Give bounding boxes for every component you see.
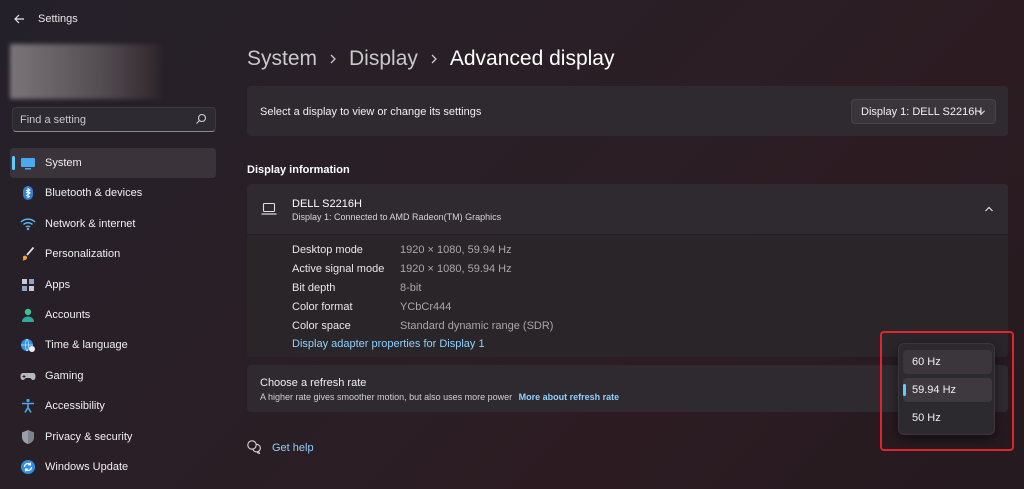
sidebar-item-accessibility[interactable]: Accessibility	[10, 391, 216, 421]
breadcrumb-display[interactable]: Display	[349, 47, 418, 71]
chevron-right-icon	[330, 54, 336, 64]
info-row: Active signal mode 1920 × 1080, 59.94 Hz	[292, 260, 792, 279]
chevron-up-icon[interactable]	[984, 204, 994, 214]
sidebar-item-label: Time & language	[45, 339, 128, 352]
get-help-label: Get help	[272, 442, 314, 454]
sidebar-item-label: Privacy & security	[45, 430, 133, 443]
sidebar-item-label: Bluetooth & devices	[45, 187, 143, 200]
refresh-rate-title: Choose a refresh rate	[260, 377, 367, 389]
sidebar-nav: System Bluetooth & devices Network & int…	[10, 148, 216, 482]
globe-clock-icon	[21, 339, 35, 353]
more-about-refresh-rate-link[interactable]: More about refresh rate	[519, 392, 620, 402]
breadcrumb: System Display Advanced display	[247, 44, 614, 74]
refresh-option-label: 50 Hz	[912, 412, 941, 424]
chevron-right-icon	[431, 54, 437, 64]
info-key: Color space	[292, 320, 351, 332]
display-select-card: Select a display to view or change its s…	[247, 86, 1008, 136]
refresh-rate-description: A higher rate gives smoother motion, but…	[260, 392, 513, 402]
info-key: Bit depth	[292, 282, 336, 294]
sidebar-item-privacy[interactable]: Privacy & security	[10, 422, 216, 452]
sidebar-item-label: Windows Update	[45, 460, 129, 473]
sidebar-item-windows-update[interactable]: Windows Update	[10, 452, 216, 482]
monitor-connection: Display 1: Connected to AMD Radeon(TM) G…	[292, 212, 502, 222]
info-value: 1920 × 1080, 59.94 Hz	[400, 244, 512, 256]
page-title: Advanced display	[449, 47, 615, 70]
info-row: Desktop mode 1920 × 1080, 59.94 Hz	[292, 241, 792, 260]
chevron-down-icon	[977, 110, 986, 115]
gamepad-icon	[20, 372, 36, 380]
wifi-icon	[20, 218, 36, 230]
sidebar-item-label: System	[45, 157, 82, 169]
app-title: Settings	[38, 13, 78, 25]
back-button[interactable]	[10, 10, 28, 28]
refresh-option-59-94hz[interactable]: 59.94 Hz	[903, 378, 992, 402]
sidebar-item-label: Gaming	[45, 369, 84, 382]
brush-icon	[22, 247, 35, 261]
refresh-rate-description-line: A higher rate gives smoother motion, but…	[260, 392, 619, 402]
selection-indicator	[12, 156, 15, 170]
sidebar-item-time-language[interactable]: Time & language	[10, 330, 216, 360]
display-dropdown[interactable]: Display 1: DELL S2216H	[851, 99, 996, 124]
breadcrumb-system[interactable]: System	[247, 47, 317, 71]
apps-icon	[22, 278, 34, 291]
account-avatar-blurred[interactable]	[10, 44, 165, 99]
sidebar-item-accounts[interactable]: Accounts	[10, 300, 216, 330]
selection-indicator	[903, 384, 906, 396]
info-key: Active signal mode	[292, 263, 385, 275]
refresh-option-label: 60 Hz	[912, 356, 941, 368]
sidebar-item-label: Network & internet	[45, 217, 136, 230]
refresh-rate-options-popup: 60 Hz 59.94 Hz 50 Hz	[898, 343, 995, 435]
search-icon[interactable]	[195, 113, 207, 125]
sidebar-item-gaming[interactable]: Gaming	[10, 361, 216, 391]
info-value: 8-bit	[400, 282, 422, 294]
sidebar-item-network[interactable]: Network & internet	[10, 209, 216, 239]
section-title-display-information: Display information	[247, 164, 350, 176]
shield-icon	[22, 429, 34, 444]
info-value: Standard dynamic range (SDR)	[400, 320, 554, 332]
info-row: Bit depth 8-bit	[292, 279, 792, 298]
info-key: Desktop mode	[292, 244, 363, 256]
display-select-label: Select a display to view or change its s…	[260, 106, 482, 118]
refresh-option-label: 59.94 Hz	[912, 384, 957, 396]
accessibility-icon	[22, 399, 34, 414]
display-adapter-properties-link[interactable]: Display adapter properties for Display 1	[292, 338, 485, 350]
display-dropdown-value: Display 1: DELL S2216H	[861, 106, 983, 118]
monitor-icon	[21, 158, 35, 170]
refresh-option-50hz[interactable]: 50 Hz	[903, 406, 992, 430]
info-row: Color space Standard dynamic range (SDR)	[292, 317, 792, 336]
monitor-name: DELL S2216H	[292, 198, 362, 210]
search-input[interactable]	[20, 112, 190, 128]
display-info-header[interactable]: DELL S2216H Display 1: Connected to AMD …	[247, 184, 1008, 234]
update-icon	[21, 459, 35, 474]
person-icon	[22, 308, 34, 322]
sidebar-item-apps[interactable]: Apps	[10, 270, 216, 300]
sidebar-item-label: Apps	[45, 278, 71, 291]
refresh-option-60hz[interactable]: 60 Hz	[903, 350, 992, 374]
title-bar: Settings	[0, 0, 1024, 38]
sidebar-item-label: Personalization	[45, 248, 121, 261]
sidebar-item-label: Accessibility	[45, 400, 105, 413]
sidebar-item-label: Accounts	[45, 308, 91, 321]
sidebar-item-bluetooth[interactable]: Bluetooth & devices	[10, 178, 216, 208]
info-key: Color format	[292, 301, 353, 313]
sidebar-item-system[interactable]: System	[10, 148, 216, 179]
sidebar-item-personalization[interactable]: Personalization	[10, 239, 216, 269]
arrow-left-icon	[14, 14, 24, 24]
search-box[interactable]	[12, 107, 216, 132]
info-row: Color format YCbCr444	[292, 298, 792, 317]
info-value: YCbCr444	[400, 301, 452, 313]
bluetooth-icon	[23, 186, 33, 201]
help-chat-icon	[247, 440, 261, 454]
laptop-icon	[261, 202, 277, 215]
info-value: 1920 × 1080, 59.94 Hz	[400, 263, 512, 275]
